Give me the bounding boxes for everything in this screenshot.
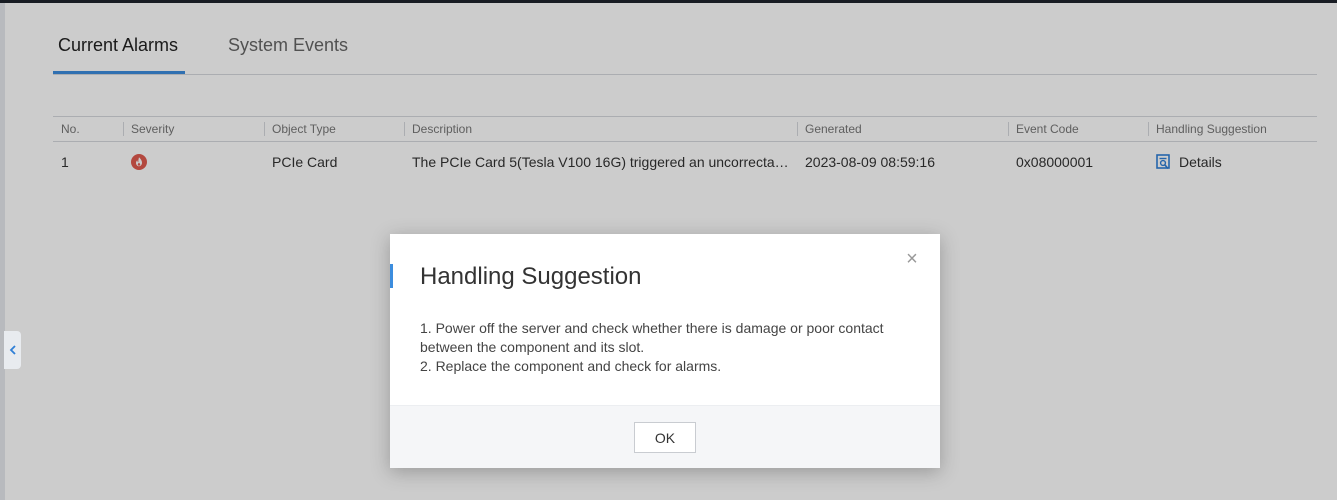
dialog-footer: OK: [390, 405, 940, 468]
chevron-left-icon: [9, 345, 16, 355]
handling-suggestion-dialog: Handling Suggestion × 1. Power off the s…: [390, 234, 940, 468]
dialog-title-accent: [390, 264, 393, 288]
sidebar-collapse-toggle[interactable]: [4, 331, 21, 369]
suggestion-step: 1. Power off the server and check whethe…: [420, 320, 884, 355]
ok-button[interactable]: OK: [634, 422, 696, 453]
close-icon[interactable]: ×: [902, 248, 922, 270]
suggestion-step: 2. Replace the component and check for a…: [420, 358, 722, 374]
dialog-title: Handling Suggestion: [420, 263, 642, 290]
dialog-body: 1. Power off the server and check whethe…: [420, 319, 920, 376]
